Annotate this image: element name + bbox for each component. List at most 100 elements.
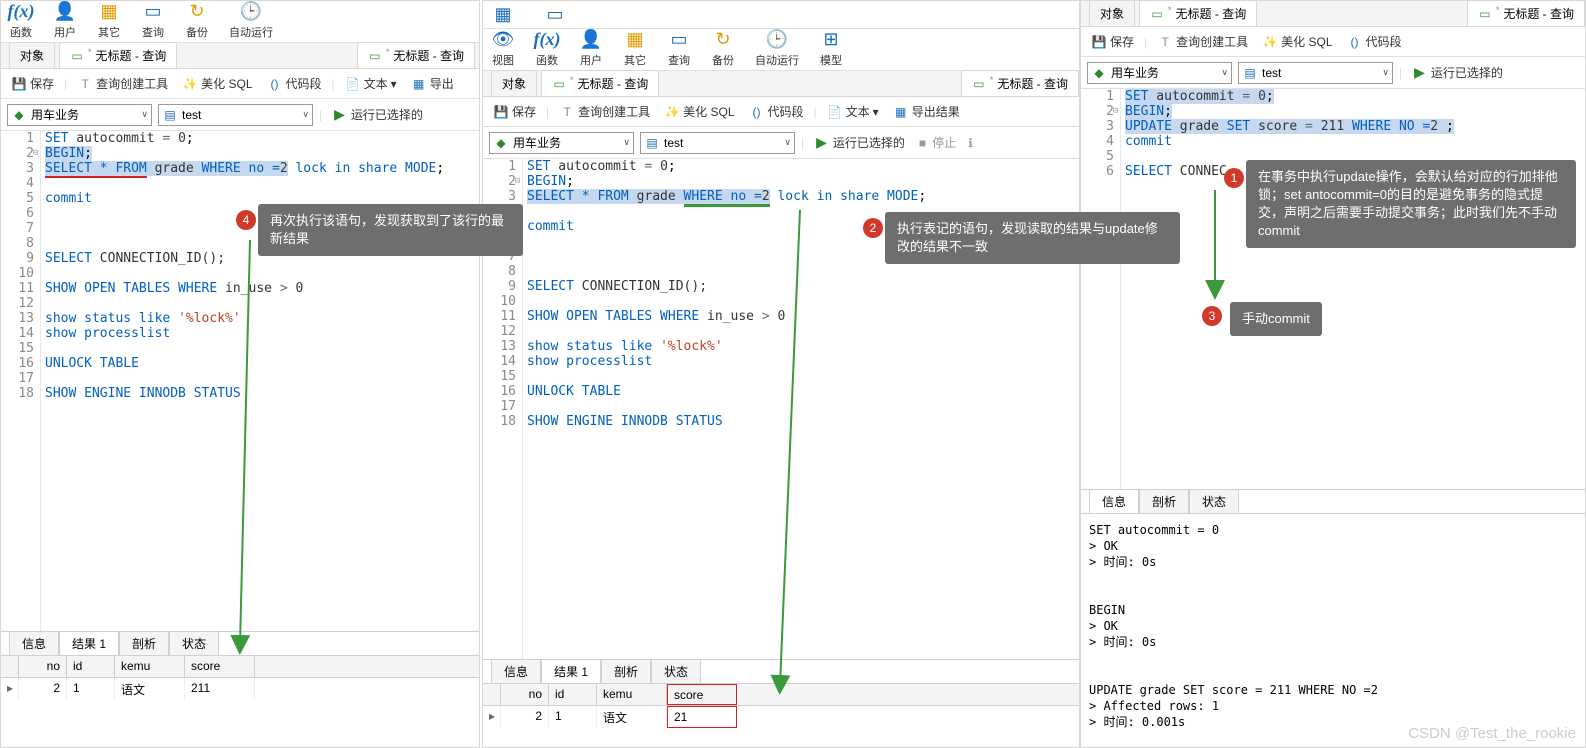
tool-icon[interactable]: ▦ <box>491 2 515 26</box>
wand-icon: ✨ <box>664 104 680 120</box>
export-button[interactable]: ▦导出结果 <box>889 101 964 122</box>
tb-fx[interactable]: f(x)函数 <box>535 27 559 68</box>
text-button[interactable]: 📄文本 ▾ <box>341 73 401 94</box>
tab-info[interactable]: 信息 <box>491 659 541 683</box>
schema-icon: ▤ <box>644 135 660 151</box>
tab-status[interactable]: 状态 <box>1189 489 1239 513</box>
paren-icon: () <box>267 76 283 92</box>
col-score[interactable]: score <box>667 684 737 705</box>
query-tab-icon: ▭ <box>368 49 382 63</box>
tool-icon[interactable]: ▭ <box>543 2 567 26</box>
explain-icon[interactable]: ℹ <box>968 136 973 150</box>
top-toolbar: f(x)函数 👤用户 ▦其它 ▭查询 ↻备份 🕒自动运行 <box>1 1 479 43</box>
col-id[interactable]: id <box>549 684 597 705</box>
db-dropdown[interactable]: ◆用车业务∨ <box>7 104 152 126</box>
snippet-button[interactable]: ()代码段 <box>1343 31 1406 52</box>
schema-dropdown[interactable]: ▤test∨ <box>158 104 313 126</box>
tb-query[interactable]: ▭查询 <box>667 27 691 68</box>
play-icon[interactable]: ▶ <box>334 106 345 123</box>
callout-4: 再次执行该语句，发现获取到了该行的最新结果 <box>258 204 523 256</box>
schema-dropdown[interactable]: ▤test∨ <box>640 132 795 154</box>
tb-model[interactable]: ⊞模型 <box>819 27 843 68</box>
tb-backup[interactable]: ↻备份 <box>185 0 209 40</box>
doc-tabs: 对象 ▭*无标题 - 查询 ▭*无标题 - 查询 <box>1 43 479 69</box>
tb-user[interactable]: 👤用户 <box>579 27 603 68</box>
run-selected-button[interactable]: 运行已选择的 <box>833 134 905 151</box>
col-id[interactable]: id <box>67 656 115 677</box>
run-selected-button[interactable]: 运行已选择的 <box>351 106 423 123</box>
tab-profile[interactable]: 剖析 <box>1139 489 1189 513</box>
tab-untitled-query-2[interactable]: ▭*无标题 - 查询 <box>961 70 1079 96</box>
tab-untitled-query[interactable]: ▭*无标题 - 查询 <box>541 70 659 96</box>
tb-auto[interactable]: 🕒自动运行 <box>755 27 799 68</box>
tab-profile[interactable]: 剖析 <box>119 631 169 655</box>
chevron-down-icon: ∨ <box>784 137 791 148</box>
table-row[interactable]: ▸21语文21 <box>483 706 1079 728</box>
query-icon: ▭ <box>667 27 691 51</box>
beautify-sql-button[interactable]: ✨美化 SQL <box>1258 31 1336 52</box>
tab-untitled-query-2[interactable]: ▭*无标题 - 查询 <box>357 42 475 68</box>
text-button[interactable]: 📄文本 ▾ <box>823 101 883 122</box>
tab-result1[interactable]: 结果 1 <box>59 631 119 655</box>
schema-icon: ▤ <box>1242 65 1258 81</box>
query-builder-button[interactable]: T查询创建工具 <box>1153 31 1252 52</box>
col-kemu[interactable]: kemu <box>597 684 667 705</box>
tab-object[interactable]: 对象 <box>9 42 55 68</box>
tab-object[interactable]: 对象 <box>1089 0 1135 26</box>
tb-view[interactable]: 👁视图 <box>491 27 515 68</box>
tb-query[interactable]: ▭查询 <box>141 0 165 40</box>
run-selected-button[interactable]: 运行已选择的 <box>1431 64 1503 81</box>
view-icon: 👁 <box>491 27 515 51</box>
model-icon: ⊞ <box>819 27 843 51</box>
tab-status[interactable]: 状态 <box>651 659 701 683</box>
other-icon: ▦ <box>623 27 647 51</box>
snippet-button[interactable]: ()代码段 <box>745 101 808 122</box>
sql-editor[interactable]: 123456 SET autocommit = 0; ⊟BEGIN; UPDAT… <box>1081 89 1585 489</box>
editor-toolbar: 💾保存 | T查询创建工具 ✨美化 SQL ()代码段 <box>1081 27 1585 57</box>
text-icon: 📄 <box>827 104 843 120</box>
tb-backup[interactable]: ↻备份 <box>711 27 735 68</box>
query-builder-button[interactable]: T查询创建工具 <box>73 73 172 94</box>
beautify-sql-button[interactable]: ✨美化 SQL <box>660 101 738 122</box>
row-pointer-icon: ▸ <box>1 678 19 700</box>
tab-info[interactable]: 信息 <box>9 631 59 655</box>
row-pointer-icon: ▸ <box>483 706 501 728</box>
connection-row: ◆用车业务∨ ▤test∨ | ▶运行已选择的 <box>1 99 479 131</box>
tb-other[interactable]: ▦其它 <box>623 27 647 68</box>
export-button[interactable]: ▦导出 <box>407 73 458 94</box>
db-dropdown[interactable]: ◆用车业务∨ <box>489 132 634 154</box>
col-kemu[interactable]: kemu <box>115 656 185 677</box>
tb-auto[interactable]: 🕒自动运行 <box>229 0 273 40</box>
stop-button: 停止 <box>932 134 956 151</box>
tab-untitled-query[interactable]: ▭*无标题 - 查询 <box>1139 0 1257 26</box>
builder-icon: T <box>77 76 93 92</box>
user-icon: 👤 <box>53 0 77 23</box>
tab-untitled-query[interactable]: ▭*无标题 - 查询 <box>59 42 177 68</box>
line-gutter: 123456 <box>1081 89 1121 489</box>
col-no[interactable]: no <box>501 684 549 705</box>
db-dropdown[interactable]: ◆用车业务∨ <box>1087 62 1232 84</box>
tb-fx[interactable]: f(x)函数 <box>9 0 33 40</box>
col-no[interactable]: no <box>19 656 67 677</box>
save-button[interactable]: 💾保存 <box>1087 31 1138 52</box>
watermark: CSDN @Test_the_rookie <box>1408 725 1576 742</box>
tab-profile[interactable]: 剖析 <box>601 659 651 683</box>
tab-object[interactable]: 对象 <box>491 70 537 96</box>
tab-status[interactable]: 状态 <box>169 631 219 655</box>
schema-dropdown[interactable]: ▤test∨ <box>1238 62 1393 84</box>
fx-label: 函数 <box>10 24 32 40</box>
tab-result1[interactable]: 结果 1 <box>541 659 601 683</box>
snippet-button[interactable]: ()代码段 <box>263 73 326 94</box>
query-tab-icon: ▭ <box>972 77 986 91</box>
table-row[interactable]: ▸21语文211 <box>1 678 479 700</box>
save-button[interactable]: 💾保存 <box>7 73 58 94</box>
beautify-sql-button[interactable]: ✨美化 SQL <box>178 73 256 94</box>
tb-user[interactable]: 👤用户 <box>53 0 77 40</box>
play-icon[interactable]: ▶ <box>1414 64 1425 81</box>
tab-untitled-query-2[interactable]: ▭*无标题 - 查询 <box>1467 0 1585 26</box>
tb-other[interactable]: ▦其它 <box>97 0 121 40</box>
save-button[interactable]: 💾保存 <box>489 101 540 122</box>
tab-info[interactable]: 信息 <box>1089 489 1139 513</box>
play-icon[interactable]: ▶ <box>816 134 827 151</box>
query-builder-button[interactable]: T查询创建工具 <box>555 101 654 122</box>
